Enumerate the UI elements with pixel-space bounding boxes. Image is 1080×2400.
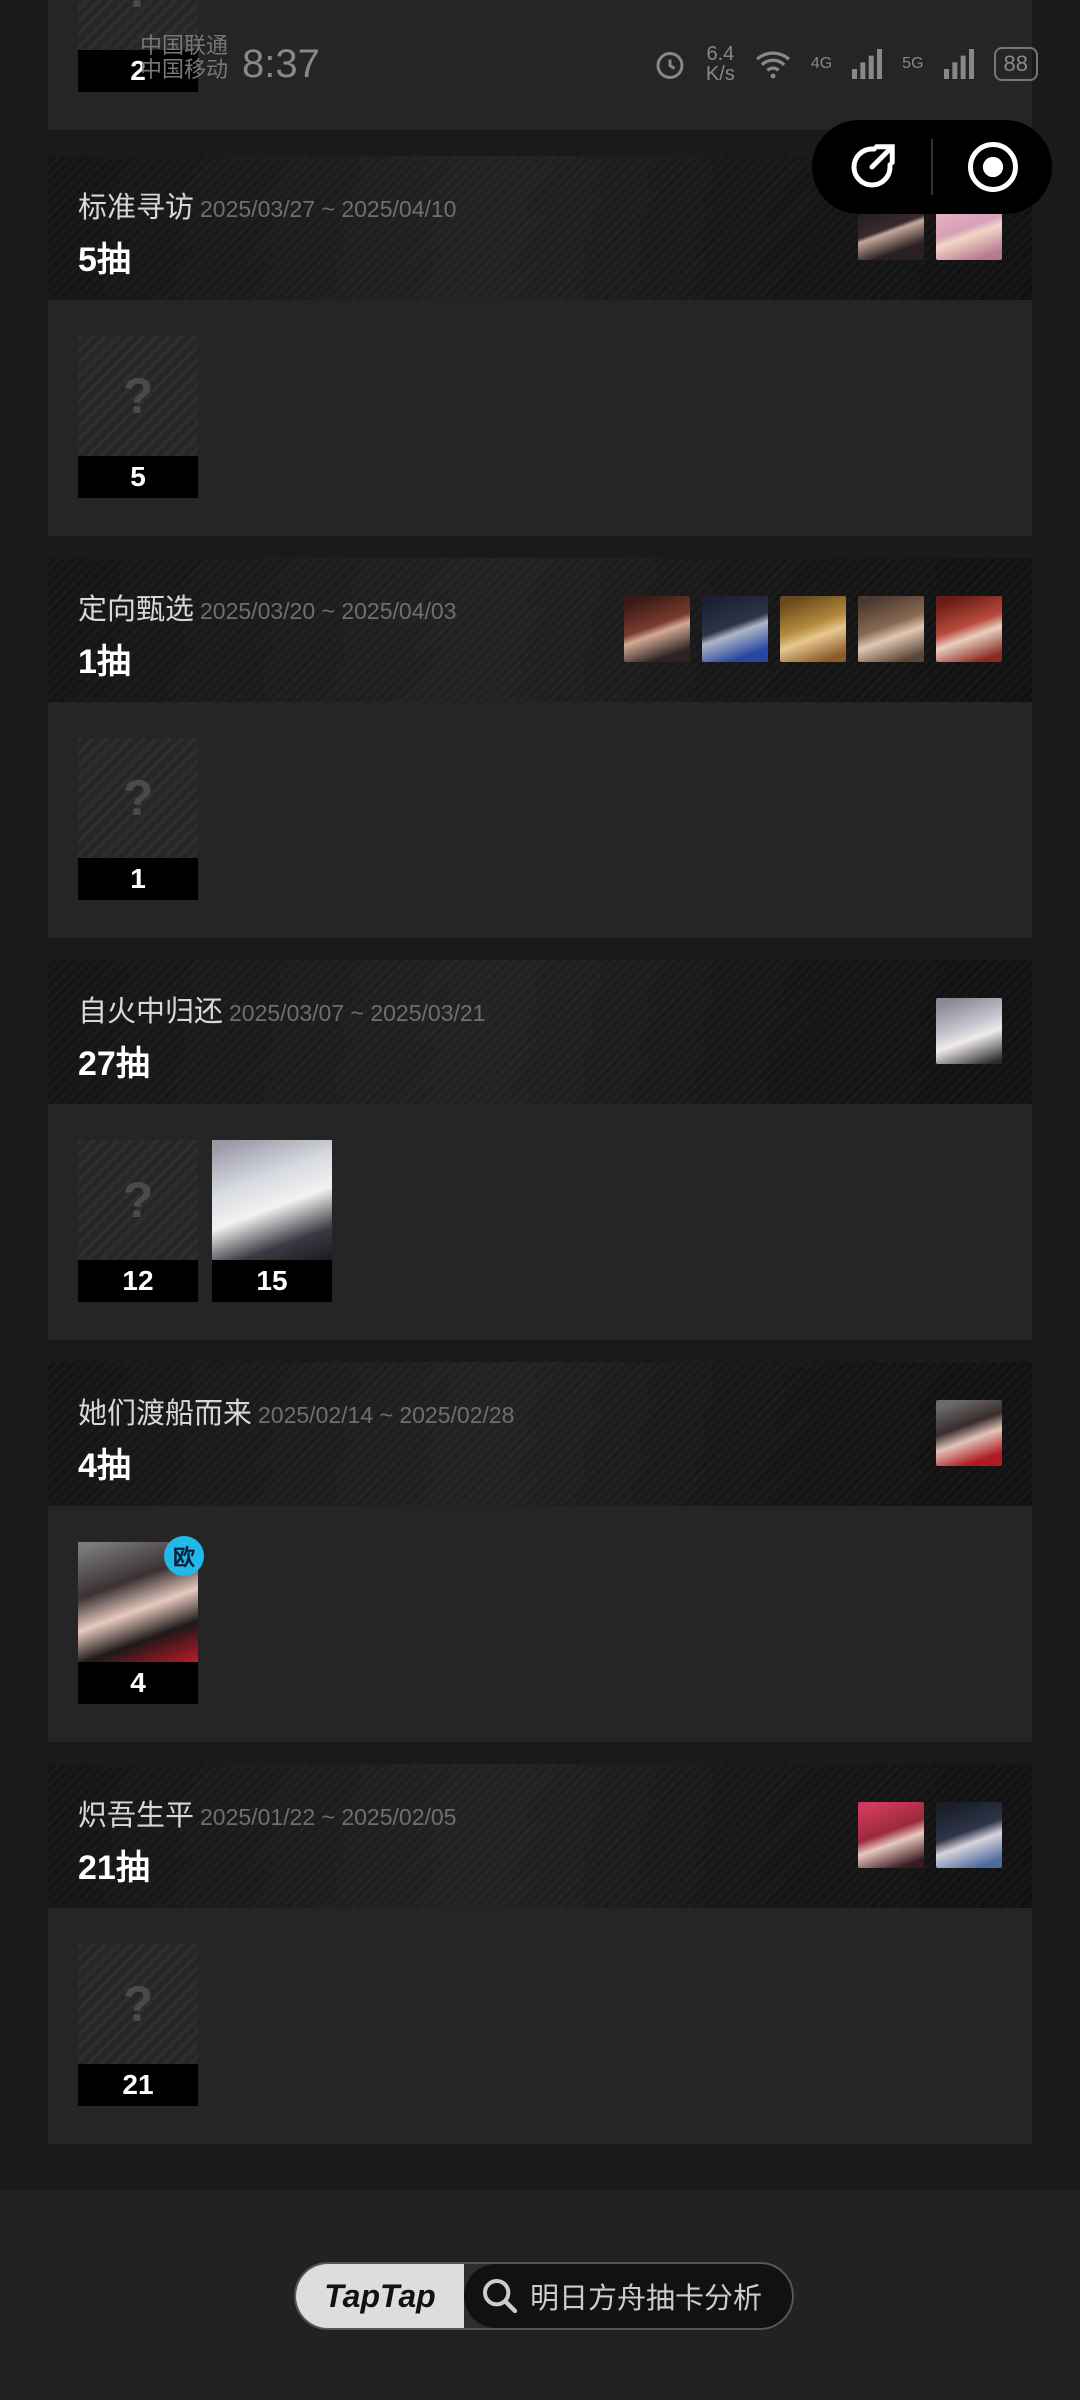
pool-name: 标准寻访 [78, 192, 195, 224]
unknown-operator-placeholder: ? [78, 1140, 198, 1260]
pool-title: 她们渡船而来 2025/02/14 ~ 2025/02/28 [78, 1390, 514, 1432]
pool-name: 定向甄选 [78, 594, 195, 626]
pool-name: 她们渡船而来 [78, 1398, 253, 1430]
operator-avatar[interactable] [858, 596, 924, 662]
net-speed: 6.4 K/s [706, 44, 735, 84]
taptap-search-pill[interactable]: TapTap 明日方舟抽卡分析 [294, 2262, 794, 2330]
net-speed-value: 6.4 [706, 43, 735, 65]
battery-indicator: 88 [993, 47, 1038, 81]
pull-count: 15 [212, 1260, 332, 1302]
pull-card[interactable]: ? 12 [78, 1140, 198, 1302]
featured-operators [858, 1802, 1002, 1868]
operator-avatar[interactable] [780, 596, 846, 662]
record-target-icon [967, 142, 1018, 192]
pool-dates: 2025/03/07 ~ 2025/03/21 [229, 1000, 486, 1026]
lucky-badge: 欧 [164, 1536, 204, 1576]
pull-count: 21 [78, 2064, 198, 2106]
pull-card[interactable]: ? 1 [78, 738, 198, 900]
pool-section: 定向甄选 2025/03/20 ~ 2025/04/03 1抽 ? 1 [48, 558, 1032, 938]
unknown-operator-placeholder: ? [78, 1944, 198, 2064]
featured-operators [624, 596, 1002, 662]
operator-portrait: 欧 [78, 1536, 204, 1662]
share-arrow-icon [851, 144, 895, 188]
close-record-button[interactable] [933, 120, 1052, 214]
pull-count: 5 [78, 456, 198, 498]
pool-pull-count: 1抽 [78, 643, 131, 681]
pool-body: 欧 4 [48, 1506, 1032, 1742]
signal-icon-2 [943, 49, 974, 79]
pool-section: 自火中归还 2025/03/07 ~ 2025/03/21 27抽 ? 12 15 [48, 960, 1032, 1340]
status-icons: 6.4 K/s 4G 5G 88 [652, 44, 1038, 84]
pool-name: 自火中归还 [78, 996, 224, 1028]
pool-section: 炽吾生平 2025/01/22 ~ 2025/02/05 21抽 ? 21 [48, 1764, 1032, 2144]
pull-card[interactable]: ? 21 [78, 1944, 198, 2106]
pool-header[interactable]: 自火中归还 2025/03/07 ~ 2025/03/21 27抽 [48, 960, 1032, 1104]
carrier-2: 中国移动 [140, 57, 229, 82]
carrier-1: 中国联通 [140, 33, 229, 58]
share-button[interactable] [812, 120, 931, 214]
pool-pull-count: 5抽 [78, 241, 131, 279]
pool-name: 炽吾生平 [78, 1800, 195, 1832]
pool-title: 定向甄选 2025/03/20 ~ 2025/04/03 [78, 586, 456, 628]
operator-avatar[interactable] [624, 596, 690, 662]
featured-operators [936, 1400, 1002, 1466]
net-speed-unit: K/s [705, 63, 735, 85]
footer: TapTap 明日方舟抽卡分析 [0, 2190, 1080, 2400]
operator-avatar[interactable] [936, 998, 1002, 1064]
pool-section: 她们渡船而来 2025/02/14 ~ 2025/02/28 4抽 欧 4 [48, 1362, 1032, 1742]
net-4g-label: 4G [810, 55, 833, 72]
pool-header[interactable]: 炽吾生平 2025/01/22 ~ 2025/02/05 21抽 [48, 1764, 1032, 1908]
unknown-operator-placeholder: ? [78, 336, 198, 456]
net-5g-label: 5G [902, 55, 924, 72]
pool-pull-count: 21抽 [78, 1849, 150, 1887]
pull-count: 1 [78, 858, 198, 900]
pool-pull-count: 4抽 [78, 1447, 131, 1485]
operator-portrait [212, 1140, 332, 1260]
mini-program-capsule [812, 120, 1052, 214]
pull-count: 12 [78, 1260, 198, 1302]
pool-dates: 2025/01/22 ~ 2025/02/05 [200, 1804, 457, 1830]
pool-body: ? 5 [48, 300, 1032, 536]
operator-avatar[interactable] [702, 596, 768, 662]
wifi-icon [755, 51, 790, 79]
carrier-labels: 中国联通 中国移动 [140, 34, 228, 82]
pull-card[interactable]: 15 [212, 1140, 332, 1302]
pool-title: 标准寻访 2025/03/27 ~ 2025/04/10 [78, 184, 456, 226]
operator-avatar[interactable] [936, 1400, 1002, 1466]
unknown-operator-placeholder: ? [78, 738, 198, 858]
pull-card[interactable]: ? 5 [78, 336, 198, 498]
pool-pull-count: 27抽 [78, 1045, 150, 1083]
featured-operators [936, 998, 1002, 1064]
operator-avatar[interactable] [936, 1802, 1002, 1868]
status-bar: 中国联通 中国移动 8:37 6.4 K/s 4G 5G 88 [0, 0, 1080, 130]
pool-body: ? 1 [48, 702, 1032, 938]
pool-dates: 2025/03/27 ~ 2025/04/10 [200, 196, 457, 222]
signal-icon-1 [852, 49, 883, 79]
pool-header[interactable]: 定向甄选 2025/03/20 ~ 2025/04/03 1抽 [48, 558, 1032, 702]
pool-title: 炽吾生平 2025/01/22 ~ 2025/02/05 [78, 1792, 456, 1834]
pull-card[interactable]: 欧 4 [78, 1536, 204, 1704]
pool-title: 自火中归还 2025/03/07 ~ 2025/03/21 [78, 988, 485, 1030]
operator-avatar[interactable] [936, 596, 1002, 662]
pool-dates: 2025/03/20 ~ 2025/04/03 [200, 598, 457, 624]
pool-dates: 2025/02/14 ~ 2025/02/28 [258, 1402, 515, 1428]
pull-count: 4 [78, 1662, 198, 1704]
taptap-logo: TapTap [296, 2264, 464, 2328]
pool-body: ? 12 15 [48, 1104, 1032, 1340]
search-field[interactable]: 明日方舟抽卡分析 [464, 2264, 792, 2328]
pool-header[interactable]: 她们渡船而来 2025/02/14 ~ 2025/02/28 4抽 [48, 1362, 1032, 1506]
search-icon [483, 2279, 518, 2314]
search-query: 明日方舟抽卡分析 [530, 2283, 763, 2315]
alarm-icon [656, 52, 684, 79]
operator-avatar[interactable] [858, 1802, 924, 1868]
pool-body: ? 21 [48, 1908, 1032, 2144]
clock: 8:37 [242, 42, 320, 86]
